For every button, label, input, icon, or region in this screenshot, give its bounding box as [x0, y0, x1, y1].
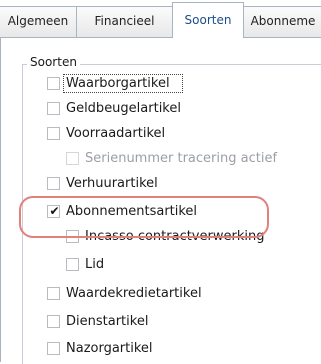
abonnementsartikel-label: Abonnementsartikel — [66, 204, 198, 219]
tab-soorten[interactable]: Soorten — [172, 2, 244, 38]
waarborgartikel-label: Waarborgartikel — [66, 76, 170, 91]
incasso-contractverwerking-label: Incasso contractverwerking — [85, 229, 265, 244]
voorraadartikel-checkbox[interactable] — [47, 127, 60, 140]
dienstartikel-checkbox[interactable] — [47, 315, 60, 328]
checkmark-icon: ✔ — [49, 204, 60, 218]
serienummer-tracering-label: Serienummer tracering actief — [85, 151, 278, 166]
lid-checkbox[interactable] — [66, 258, 79, 271]
waarborgartikel-checkbox[interactable] — [47, 77, 60, 90]
nazorgartikel-checkbox[interactable] — [47, 342, 60, 355]
nazorgartikel-label: Nazorgartikel — [66, 341, 153, 356]
soorten-group-title: Soorten — [27, 55, 80, 69]
incasso-contractverwerking-checkbox[interactable] — [66, 230, 79, 243]
voorraadartikel-label: Voorraadartikel — [66, 126, 166, 141]
abonnementsartikel-checkbox[interactable]: ✔ — [47, 204, 60, 218]
waardekredietartikel-label: Waardekredietartikel — [66, 286, 202, 301]
dienstartikel-label: Dienstartikel — [66, 314, 149, 329]
tab-abonnementen[interactable]: Abonneme — [243, 6, 321, 37]
waardekredietartikel-checkbox[interactable] — [47, 287, 60, 300]
tab-financieel[interactable]: Financieel — [76, 6, 173, 37]
tab-algemeen[interactable]: Algemeen — [0, 6, 77, 37]
geldbeugelartikel-checkbox[interactable] — [47, 102, 60, 115]
lid-label: Lid — [85, 257, 105, 272]
verhuurartikel-label: Verhuurartikel — [66, 176, 158, 191]
verhuurartikel-checkbox[interactable] — [47, 177, 60, 190]
tab-strip: Algemeen Financieel Soorten Abonneme — [0, 0, 321, 38]
geldbeugelartikel-label: Geldbeugelartikel — [66, 101, 181, 116]
serienummer-tracering-checkbox — [66, 152, 79, 165]
